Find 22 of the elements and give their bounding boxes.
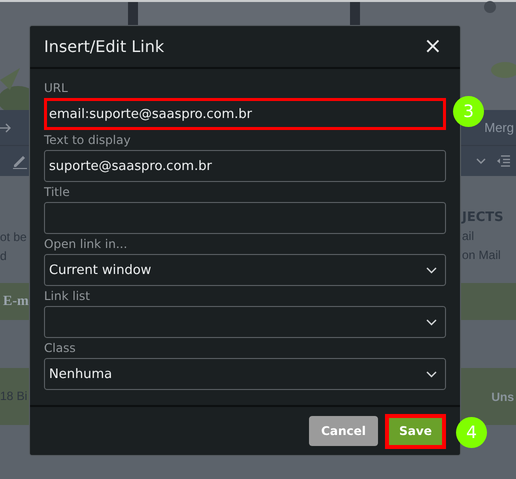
field-label: Text to display bbox=[44, 133, 132, 148]
field-label: Open link in... bbox=[44, 237, 128, 252]
dialog-title: Insert/Edit Link bbox=[44, 37, 164, 56]
pencil-icon[interactable] bbox=[12, 153, 28, 169]
dropdown[interactable]: Current window bbox=[44, 254, 446, 286]
banner-text: E-m bbox=[3, 294, 29, 310]
dropdown[interactable]: Nenhuma bbox=[44, 358, 446, 390]
input-field[interactable]: email:suporte@saaspro.com.br bbox=[44, 98, 446, 130]
chevron-down-icon bbox=[426, 370, 437, 378]
chevron-down-icon bbox=[426, 318, 437, 326]
field-label: Title bbox=[44, 185, 71, 200]
input-field[interactable]: suporte@saaspro.com.br bbox=[44, 150, 446, 182]
close-button[interactable]: × bbox=[420, 36, 446, 58]
outdent-icon[interactable] bbox=[496, 155, 510, 167]
field-label: URL bbox=[44, 81, 69, 96]
field-label: Link list bbox=[44, 289, 92, 304]
arrow-icon[interactable] bbox=[0, 122, 12, 132]
dropdown[interactable] bbox=[44, 306, 446, 338]
chevron-down-icon[interactable] bbox=[476, 158, 486, 164]
chevron-down-icon bbox=[426, 266, 437, 274]
input-field[interactable] bbox=[44, 202, 446, 234]
field-label: Class bbox=[44, 341, 77, 356]
